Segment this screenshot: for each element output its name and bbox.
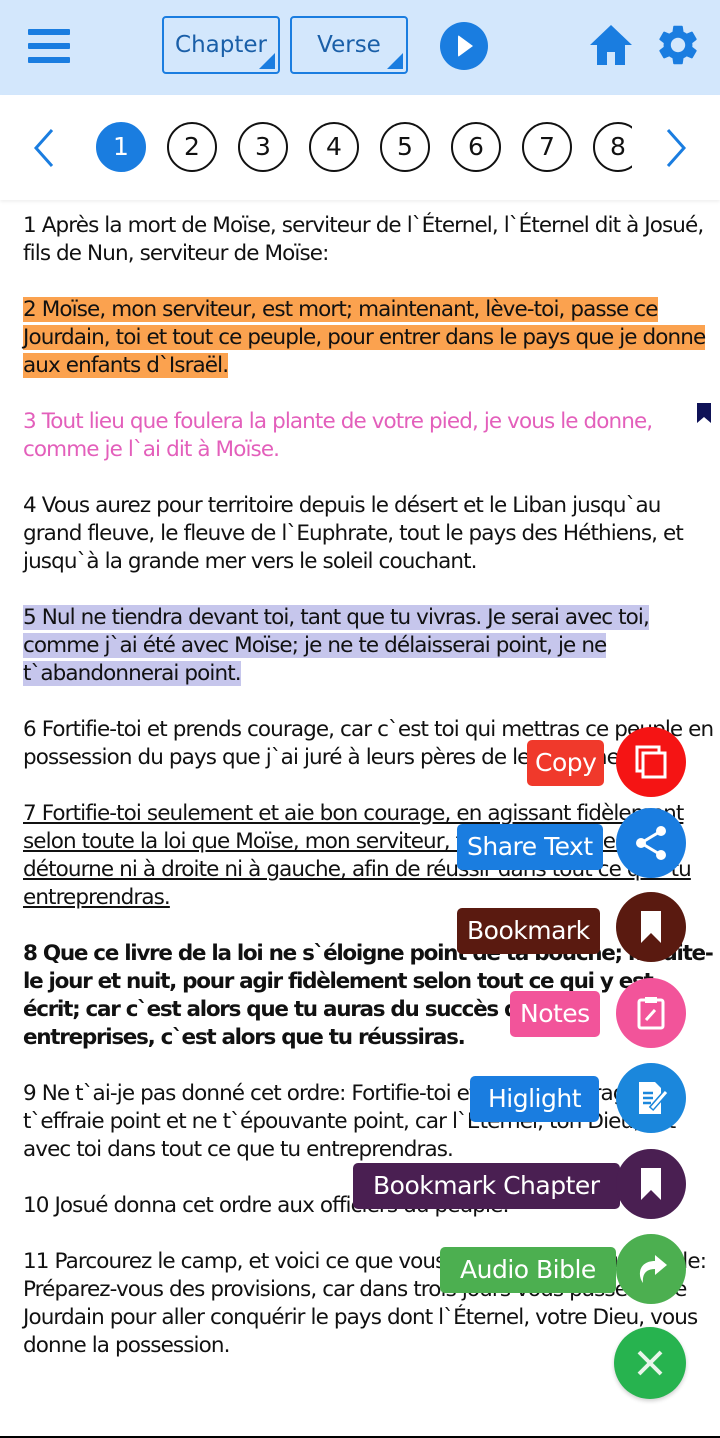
verse-item[interactable]: 7 Fortifie-toi seulement et aie bon cour…: [23, 800, 715, 912]
chapter-button[interactable]: 4: [309, 122, 359, 172]
verse-item[interactable]: 1 Après la mort de Moïse, serviteur de l…: [23, 212, 715, 268]
forward-arrow-icon: [639, 1255, 667, 1283]
chapter-list: 12345678: [96, 122, 632, 176]
close-icon: [637, 1350, 663, 1376]
gear-icon: [659, 25, 697, 65]
verse-select[interactable]: Verse: [290, 16, 408, 74]
chapter-button[interactable]: 1: [96, 122, 146, 172]
verse-text: 5 Nul ne tiendra devant toi, tant que tu…: [23, 605, 650, 686]
chapter-button[interactable]: 6: [451, 122, 501, 172]
clipboard-edit-icon: [637, 997, 665, 1030]
copy-label[interactable]: Copy: [527, 740, 605, 786]
chapter-button[interactable]: 5: [380, 122, 430, 172]
dropdown-corner-icon: [259, 53, 275, 69]
verse-text: 1 Après la mort de Moïse, serviteur de l…: [23, 213, 704, 266]
chapter-select[interactable]: Chapter: [162, 16, 280, 74]
bookmark-chapter-label[interactable]: Bookmark Chapter: [353, 1163, 620, 1209]
chapter-button[interactable]: 2: [167, 122, 217, 172]
verse-select-label: Verse: [317, 32, 381, 58]
home-button[interactable]: [588, 23, 634, 67]
copy-button[interactable]: [616, 727, 686, 797]
share-icon: [636, 826, 666, 860]
next-chapter-button[interactable]: [664, 128, 690, 168]
verse-item[interactable]: 4 Vous aurez pour territoire depuis le d…: [23, 492, 715, 576]
bookmark-chapter-button[interactable]: [616, 1149, 686, 1219]
chevron-right-icon: [666, 129, 687, 167]
notes-label[interactable]: Notes: [510, 991, 600, 1037]
verse-text: 3 Tout lieu que foulera la plante de vot…: [23, 409, 653, 462]
verse-item[interactable]: 9 Ne t`ai-je pas donné cet ordre: Fortif…: [23, 1080, 715, 1164]
verse-text: 2 Moïse, mon serviteur, est mort; mainte…: [23, 297, 706, 378]
verse-item[interactable]: 2 Moïse, mon serviteur, est mort; mainte…: [23, 296, 715, 380]
previous-chapter-button[interactable]: [30, 128, 56, 168]
hamburger-menu-icon[interactable]: [28, 29, 70, 63]
bookmark-label[interactable]: Bookmark: [457, 908, 600, 954]
home-icon: [590, 25, 632, 65]
share-button[interactable]: [616, 808, 686, 878]
play-button[interactable]: [440, 22, 488, 70]
bookmark-icon: [641, 911, 661, 943]
bookmark-icon: [641, 1168, 661, 1200]
notes-button[interactable]: [616, 978, 686, 1048]
verse-text: 6 Fortifie-toi et prends courage, car c`…: [23, 717, 714, 770]
highlight-label[interactable]: Higlight: [470, 1076, 600, 1122]
highlight-button[interactable]: [616, 1063, 686, 1133]
chapter-select-label: Chapter: [175, 32, 267, 58]
dropdown-corner-icon: [387, 53, 403, 69]
verse-item[interactable]: 5 Nul ne tiendra devant toi, tant que tu…: [23, 604, 715, 688]
top-toolbar: Chapter Verse: [0, 0, 720, 95]
close-menu-button[interactable]: [614, 1327, 686, 1399]
share-text-label[interactable]: Share Text: [457, 824, 603, 870]
verse-list: 1 Après la mort de Moïse, serviteur de l…: [23, 212, 715, 1388]
audio-bible-button[interactable]: [616, 1234, 686, 1304]
play-icon: [458, 35, 473, 57]
verse-item[interactable]: 8 Que ce livre de la loi ne s`éloigne po…: [23, 940, 715, 1052]
copy-icon: [635, 745, 667, 779]
verse-item[interactable]: 3 Tout lieu que foulera la plante de vot…: [23, 408, 715, 464]
chapter-button[interactable]: 3: [238, 122, 288, 172]
verse-text: 8 Que ce livre de la loi ne s`éloigne po…: [23, 941, 714, 1050]
verse-item[interactable]: 6 Fortifie-toi et prends courage, car c`…: [23, 716, 715, 772]
chapter-button[interactable]: 8: [593, 122, 632, 172]
verse-text: 4 Vous aurez pour territoire depuis le d…: [23, 493, 684, 574]
bookmark-button[interactable]: [616, 892, 686, 962]
settings-button[interactable]: [654, 21, 702, 69]
chapter-button[interactable]: 7: [522, 122, 572, 172]
chevron-left-icon: [33, 129, 54, 167]
document-edit-icon: [639, 1082, 669, 1114]
audio-bible-label[interactable]: Audio Bible: [440, 1247, 616, 1293]
